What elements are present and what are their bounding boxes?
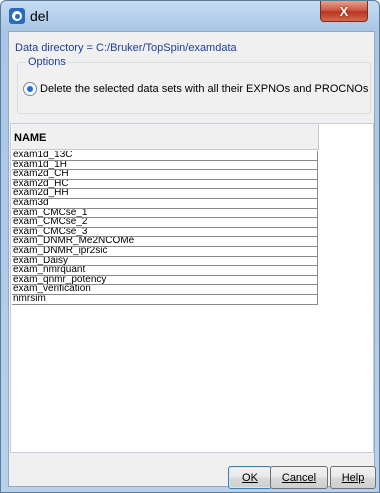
table-row[interactable]: exam2d_HC [12,179,318,190]
name-column-header[interactable]: NAME [12,124,319,150]
table-row[interactable]: exam_CMCse_1 [12,208,318,219]
table-row[interactable]: exam_CMCse_3 [12,227,318,238]
close-icon: X [339,3,349,19]
options-group-label: Options [26,56,68,68]
table-row[interactable]: exam_Daisy [12,256,318,267]
delete-all-radio-label[interactable]: Delete the selected data sets with all t… [40,83,368,95]
table-row[interactable]: exam_DNMR_ipr2sic [12,246,318,257]
table-row[interactable]: exam1d_1H [12,160,318,171]
help-button-label: Help [341,471,365,484]
table-row[interactable]: exam2d_HH [12,189,318,199]
title-bar[interactable]: del X [1,1,379,31]
table-row[interactable]: exam3d [12,198,318,209]
table-row[interactable]: exam_DNMR_Me2NCOMe [12,237,318,247]
dataset-list: exam1d_13C exam1d_1H exam2d_CH exam2d_HC… [12,151,318,305]
table-row[interactable]: exam2d_CH [12,170,318,180]
window-title: del [30,8,49,24]
options-group: Options Delete the selected data sets wi… [17,56,371,114]
ok-button-label: OK [242,471,258,484]
dataset-list-panel: NAME exam1d_13C exam1d_1H exam2d_CH exam… [10,123,374,453]
table-row[interactable]: exam1d_13C [12,151,318,161]
close-button[interactable]: X [320,1,368,22]
table-row[interactable]: exam_CMCse_2 [12,218,318,228]
table-row[interactable]: exam_nmrquant [12,266,318,276]
ok-button[interactable]: OK [228,466,272,489]
table-row[interactable]: exam_qnmr_potency [12,275,318,286]
data-directory-label: Data directory = C:/Bruker/TopSpin/examd… [15,42,237,54]
table-row[interactable]: exam_verification [12,285,318,295]
topspin-app-icon [9,8,25,24]
cancel-button-label: Cancel [281,471,317,484]
cancel-button[interactable]: Cancel [270,466,328,489]
del-dialog-window: del X Data directory = C:/Bruker/TopSpin… [0,0,380,493]
delete-all-radio[interactable] [23,82,37,96]
table-row[interactable]: nmrsim [12,294,318,305]
help-button[interactable]: Help [330,466,376,489]
dialog-content: Data directory = C:/Bruker/TopSpin/examd… [8,31,376,489]
name-column-header-label: NAME [14,132,47,144]
